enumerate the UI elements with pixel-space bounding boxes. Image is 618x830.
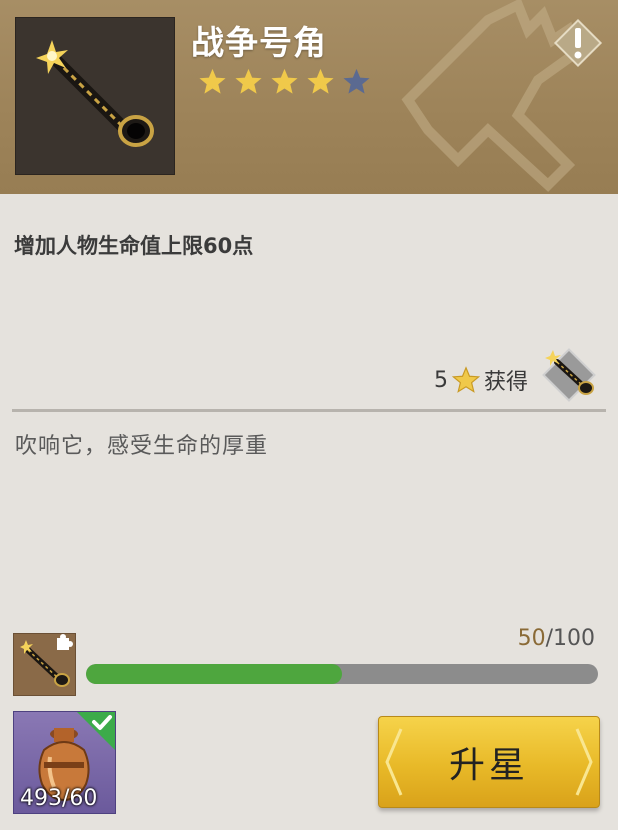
star-filled-icon	[271, 68, 298, 94]
item-icon	[15, 17, 175, 175]
star-icon	[451, 366, 480, 393]
star-filled-icon	[235, 68, 262, 94]
horn-fragment-icon	[20, 634, 73, 687]
section-divider	[12, 409, 606, 412]
star-filled-icon	[199, 68, 226, 94]
fragment-progress-bar	[86, 664, 598, 684]
upgrade-star-button[interactable]: 升星	[378, 716, 600, 808]
puzzle-piece-icon	[57, 634, 73, 650]
war-horn-icon	[36, 40, 154, 147]
item-title: 战争号角	[191, 23, 327, 62]
star-rating	[198, 67, 371, 96]
chevron-right-icon	[575, 728, 593, 796]
star-filled-icon	[307, 68, 334, 94]
fragment-current: 50	[517, 626, 546, 651]
chevron-left-icon	[385, 728, 403, 796]
star-empty-icon	[343, 68, 370, 94]
material-slot[interactable]: 493/60	[13, 711, 116, 814]
material-count: 493/60	[20, 786, 98, 811]
fragment-progress-text: 50/100	[518, 626, 595, 651]
fragment-separator: /	[545, 626, 553, 651]
fragment-progress-fill	[86, 664, 342, 684]
fragment-item-icon	[13, 633, 76, 696]
obtain-item-icon	[542, 348, 596, 402]
obtain-label: 获得	[483, 370, 528, 395]
fragment-required: 100	[553, 626, 595, 651]
exclamation-icon	[575, 28, 581, 48]
obtain-star-count: 5	[433, 367, 448, 393]
flavor-text: 吹响它，感受生命的厚重	[15, 434, 269, 459]
check-icon	[77, 712, 115, 750]
item-header: 战争号角	[0, 0, 618, 194]
obtain-condition: 5 获得	[434, 364, 528, 396]
info-button[interactable]	[549, 14, 607, 72]
upgrade-label: 升星	[448, 745, 529, 786]
effect-description: 增加人物生命值上限60点	[14, 234, 254, 258]
